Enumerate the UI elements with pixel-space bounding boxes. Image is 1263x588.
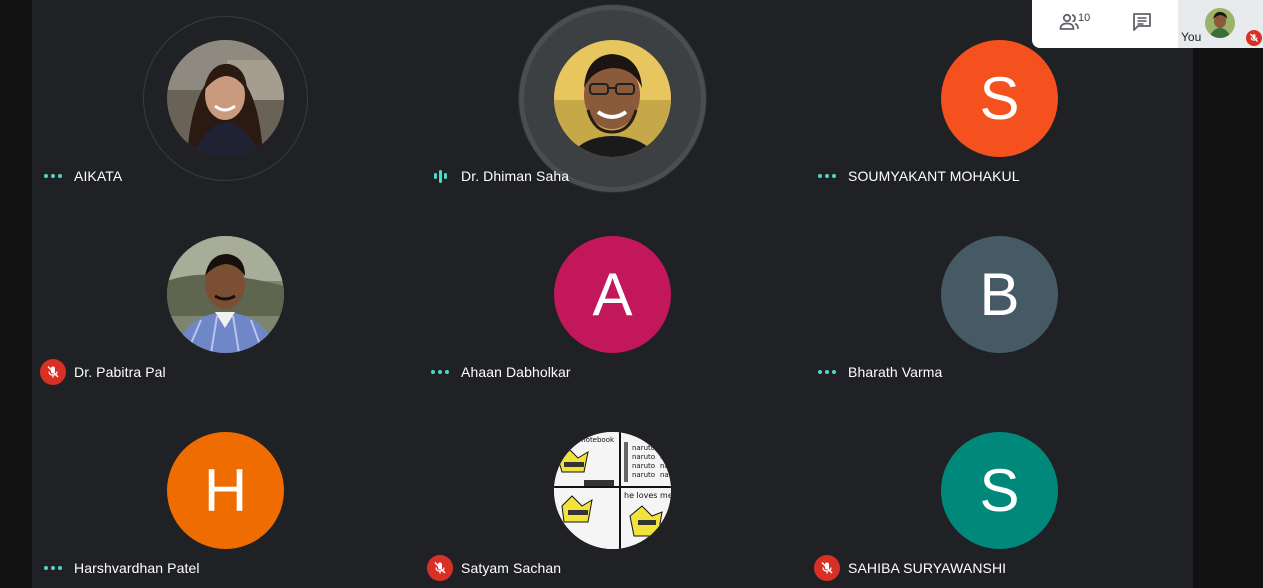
toolbar-panel: 10 xyxy=(1032,0,1178,48)
self-label: You xyxy=(1181,30,1202,44)
participant-name: Bharath Varma xyxy=(848,364,943,380)
svg-text:na: na xyxy=(660,471,669,479)
svg-text:t his notebook: t his notebook xyxy=(564,436,615,444)
participant-tile[interactable]: Dr. Dhiman Saha xyxy=(419,0,806,196)
avatar: B xyxy=(941,236,1058,353)
avatar xyxy=(167,236,284,353)
participant-name: SAHIBA SURYAWANSHI xyxy=(848,560,1007,576)
top-right-toolbar: 10 You xyxy=(1032,0,1263,48)
participant-grid: AIKATA Dr. Dhiman Saha S SOUMYAKANT MOHA… xyxy=(32,0,1193,588)
participant-name: Ahaan Dabholkar xyxy=(461,364,571,380)
self-view[interactable]: You xyxy=(1178,0,1263,48)
participant-name: Harshvardhan Patel xyxy=(74,560,200,576)
participant-tile[interactable]: AIKATA xyxy=(32,0,419,196)
people-button[interactable]: 10 xyxy=(1032,0,1105,48)
avatar-letter: A xyxy=(592,260,633,328)
avatar xyxy=(554,40,671,157)
mic-off-icon xyxy=(427,555,453,581)
avatar xyxy=(167,40,284,157)
avatar-letter: S xyxy=(979,64,1020,132)
speaking-indicator-icon xyxy=(427,163,453,189)
svg-text:na: na xyxy=(660,462,669,470)
mic-off-icon xyxy=(40,359,66,385)
participant-name: Satyam Sachan xyxy=(461,560,562,576)
participant-name: Dr. Pabitra Pal xyxy=(74,364,166,380)
avatar: t his notebook naruto naruto naruto naru… xyxy=(554,432,671,549)
participant-tile[interactable]: H Harshvardhan Patel xyxy=(32,392,419,588)
avatar: H xyxy=(167,432,284,549)
people-icon xyxy=(1057,10,1081,39)
avatar: A xyxy=(554,236,671,353)
svg-text:na: na xyxy=(660,453,669,461)
participant-tile[interactable]: S SAHIBA SURYAWANSHI xyxy=(806,392,1193,588)
participant-count: 10 xyxy=(1078,12,1091,24)
mic-off-icon[interactable] xyxy=(1246,30,1262,46)
more-options-icon[interactable] xyxy=(40,163,66,189)
participant-tile[interactable]: A Ahaan Dabholkar xyxy=(419,196,806,392)
participant-tile[interactable]: Dr. Pabitra Pal xyxy=(32,196,419,392)
avatar-letter: B xyxy=(979,260,1020,328)
svg-text:naruto: naruto xyxy=(632,444,655,452)
meeting-window: AIKATA Dr. Dhiman Saha S SOUMYAKANT MOHA… xyxy=(0,0,1263,588)
svg-text:naruto: naruto xyxy=(632,453,655,461)
participant-name: SOUMYAKANT MOHAKUL xyxy=(848,168,1020,184)
more-options-icon[interactable] xyxy=(427,359,453,385)
more-options-icon[interactable] xyxy=(814,163,840,189)
more-options-icon[interactable] xyxy=(40,555,66,581)
participant-name: Dr. Dhiman Saha xyxy=(461,168,570,184)
avatar-letter: S xyxy=(979,456,1020,524)
mic-off-icon xyxy=(814,555,840,581)
chat-button[interactable] xyxy=(1105,0,1178,48)
self-avatar xyxy=(1205,8,1235,38)
chat-icon xyxy=(1131,11,1153,38)
avatar-letter: H xyxy=(203,456,248,524)
avatar: S xyxy=(941,432,1058,549)
svg-text:naruto: naruto xyxy=(632,462,655,470)
participant-tile[interactable]: B Bharath Varma xyxy=(806,196,1193,392)
avatar: S xyxy=(941,40,1058,157)
svg-text:he loves me: he loves me xyxy=(624,491,671,500)
svg-text:naruto: naruto xyxy=(632,471,655,479)
participant-tile[interactable]: t his notebook naruto naruto naruto naru… xyxy=(419,392,806,588)
participant-name: AIKATA xyxy=(74,168,123,184)
more-options-icon[interactable] xyxy=(814,359,840,385)
